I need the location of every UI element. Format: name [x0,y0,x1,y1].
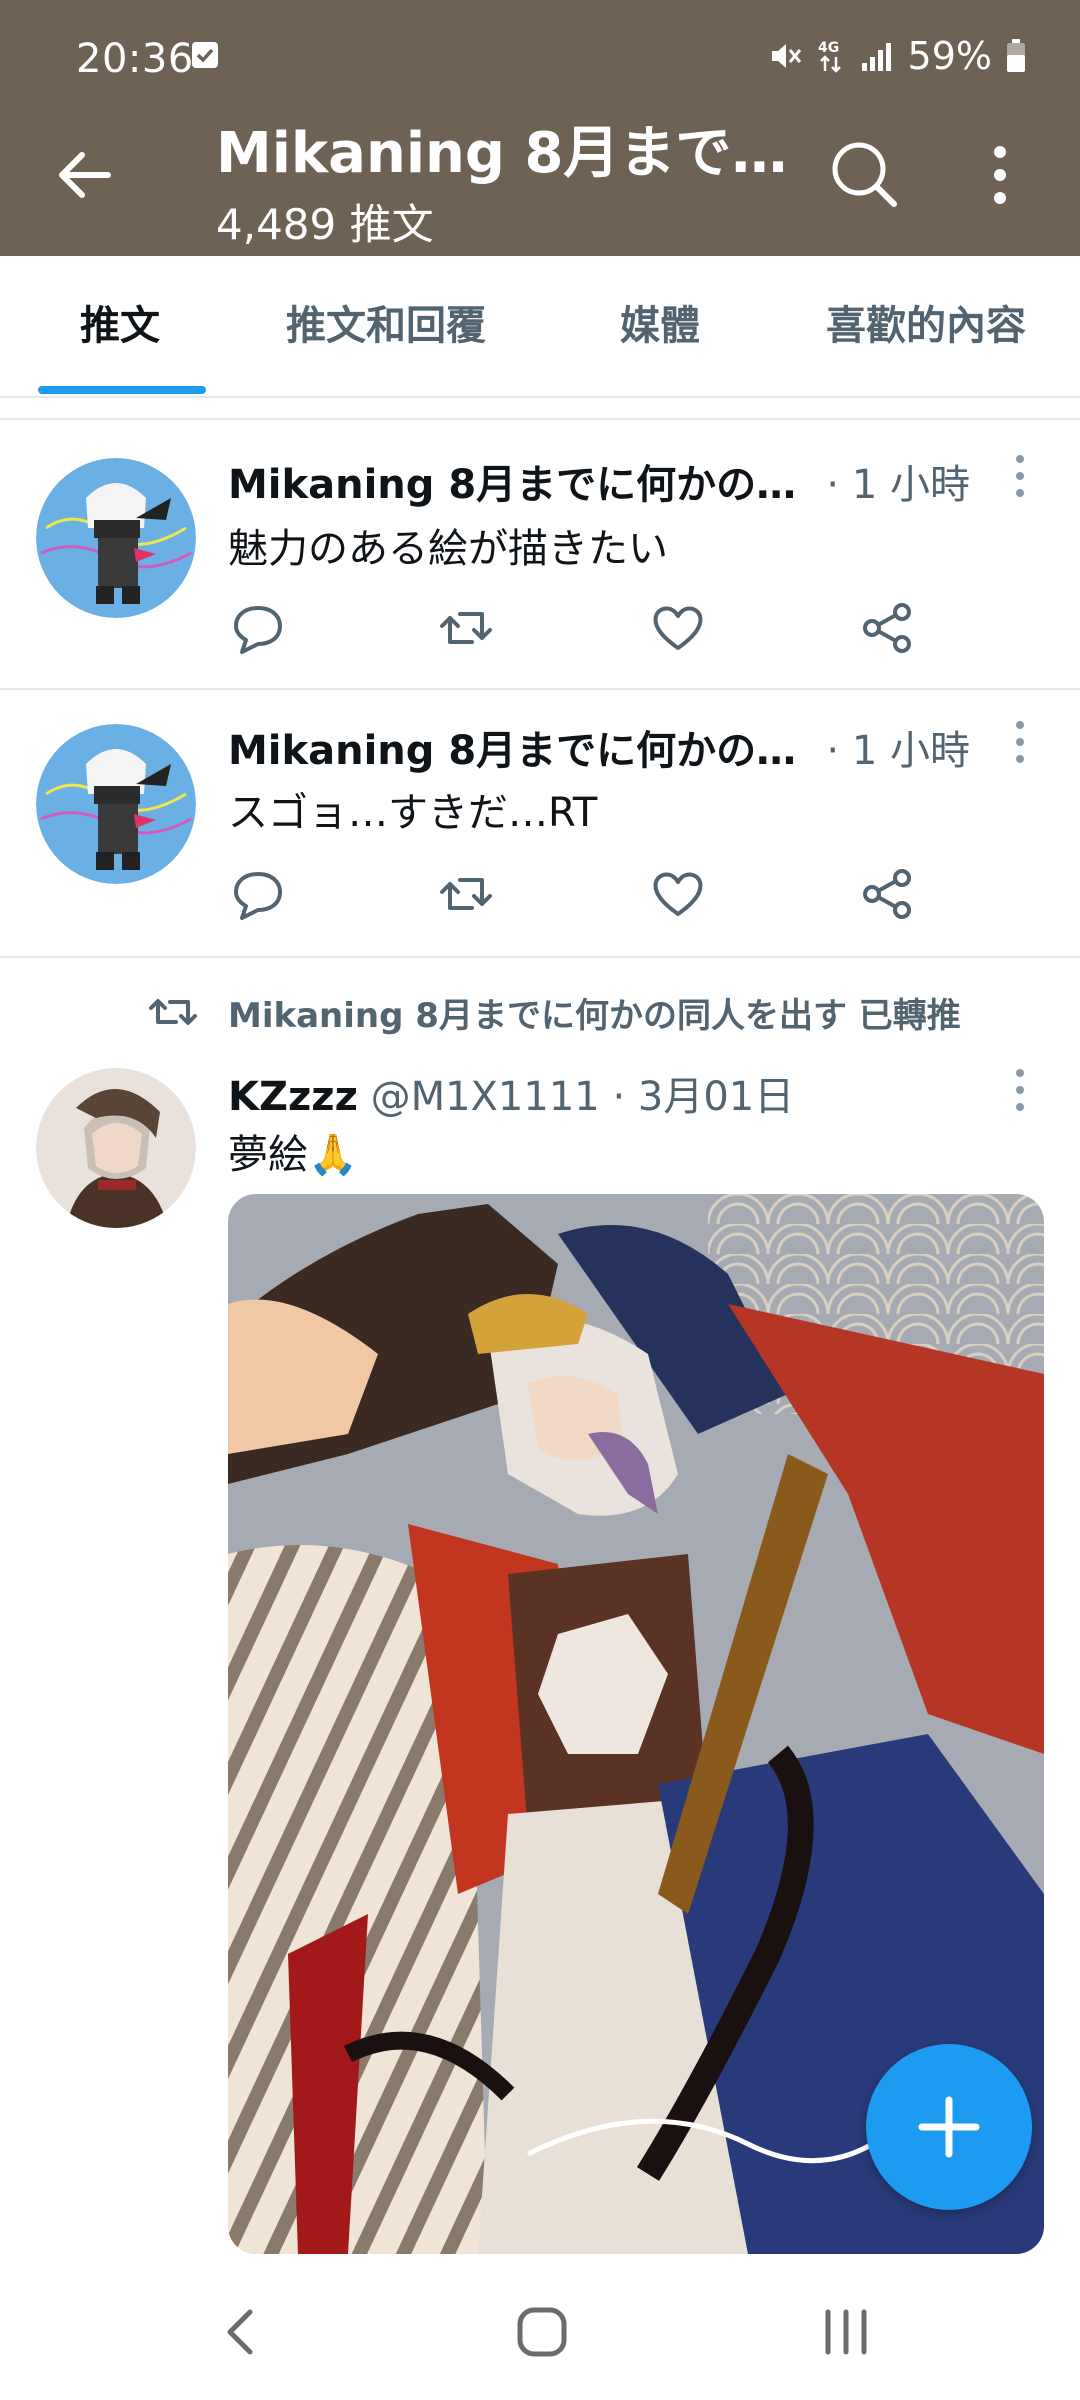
tab-likes[interactable]: 喜歡的內容 [826,256,1026,396]
reply-icon[interactable] [228,598,288,658]
plus-icon [918,2096,980,2158]
profile-tabs: 推文 推文和回覆 媒體 喜歡的內容 [0,256,1080,398]
tweet-header: Mikaning 8月までに何かの… [228,452,796,510]
tweet-more-icon[interactable] [1010,720,1030,764]
retweeted-icon [149,999,197,1025]
retweet-icon[interactable] [436,864,496,924]
app-header: 20:36 4G 59% Mikaning 8月まで… 4,489 推文 [0,0,1080,256]
tab-tweets-replies[interactable]: 推文和回覆 [286,256,486,396]
handle-and-date: @M1X1111 · 3月01日 [370,1074,795,1120]
battery-percent: 59% [907,34,992,78]
tweet-text: 夢絵🙏 [228,1132,358,1178]
tweet-header: Mikaning 8月までに何かの… [228,718,796,776]
tweet-more-icon[interactable] [1010,454,1030,498]
mute-icon [771,44,801,68]
avatar[interactable] [36,724,196,884]
avatar[interactable] [36,1068,196,1228]
share-icon[interactable] [858,598,918,658]
tweet-actions [228,598,948,668]
nav-recents-icon[interactable] [816,2302,876,2362]
avatar[interactable] [36,458,196,618]
display-name[interactable]: Mikaning 8月までに何かの… [228,462,796,508]
profile-title-block: Mikaning 8月まで… 4,489 推文 [216,108,787,252]
display-name[interactable]: Mikaning 8月までに何かの… [228,728,796,774]
display-name[interactable]: KZzzz [228,1074,358,1120]
top-app-bar: Mikaning 8月まで… 4,489 推文 [0,100,1080,256]
tab-media[interactable]: 媒體 [620,256,700,396]
nav-back-icon[interactable] [212,2302,272,2362]
tweet-text: 魅力のある絵が描きたい [228,526,668,572]
profile-title: Mikaning 8月まで… [216,121,788,186]
tab-tweets[interactable]: 推文 [80,256,160,396]
tweet-header: KZzzz @M1X1111 · 3月01日 [228,1064,794,1122]
like-icon[interactable] [648,864,708,924]
tweet-item[interactable]: Mikaning 8月までに何かの… · 1 小時 スゴョ…すきだ…RT [0,690,1080,958]
status-icons: 4G 59% [766,34,1026,78]
tweet-text: スゴョ…すきだ…RT [228,790,598,836]
battery-icon [1007,39,1025,72]
tweet-item[interactable]: Mikaning 8月までに何かの… · 1 小時 魅力のある絵が描きたい [0,420,1080,690]
tweet-count: 4,489 推文 [216,200,434,249]
tweet-time: · 1 小時 [826,462,970,508]
compose-tweet-button[interactable] [866,2044,1032,2210]
svg-text:4G: 4G [818,40,839,56]
retweet-icon[interactable] [436,598,496,658]
status-time: 20:36 [76,36,194,82]
active-tab-indicator [38,386,206,394]
tweet-time: · 1 小時 [826,728,970,774]
retweet-context[interactable]: Mikaning 8月までに何かの同人を出す 已轉推 [228,988,961,1037]
notification-check-icon [192,42,218,68]
reply-icon[interactable] [228,864,288,924]
nav-home-icon[interactable] [512,2302,572,2362]
share-icon[interactable] [858,864,918,924]
system-navigation-bar [0,2260,1080,2400]
signal-icon [861,43,891,71]
4g-icon: 4G [818,40,841,73]
like-icon[interactable] [648,598,708,658]
tweet-actions [228,864,948,934]
more-options-icon[interactable] [970,140,1030,210]
search-icon[interactable] [826,136,902,212]
tweet-more-icon[interactable] [1010,1068,1030,1112]
back-arrow-icon[interactable] [50,140,120,210]
